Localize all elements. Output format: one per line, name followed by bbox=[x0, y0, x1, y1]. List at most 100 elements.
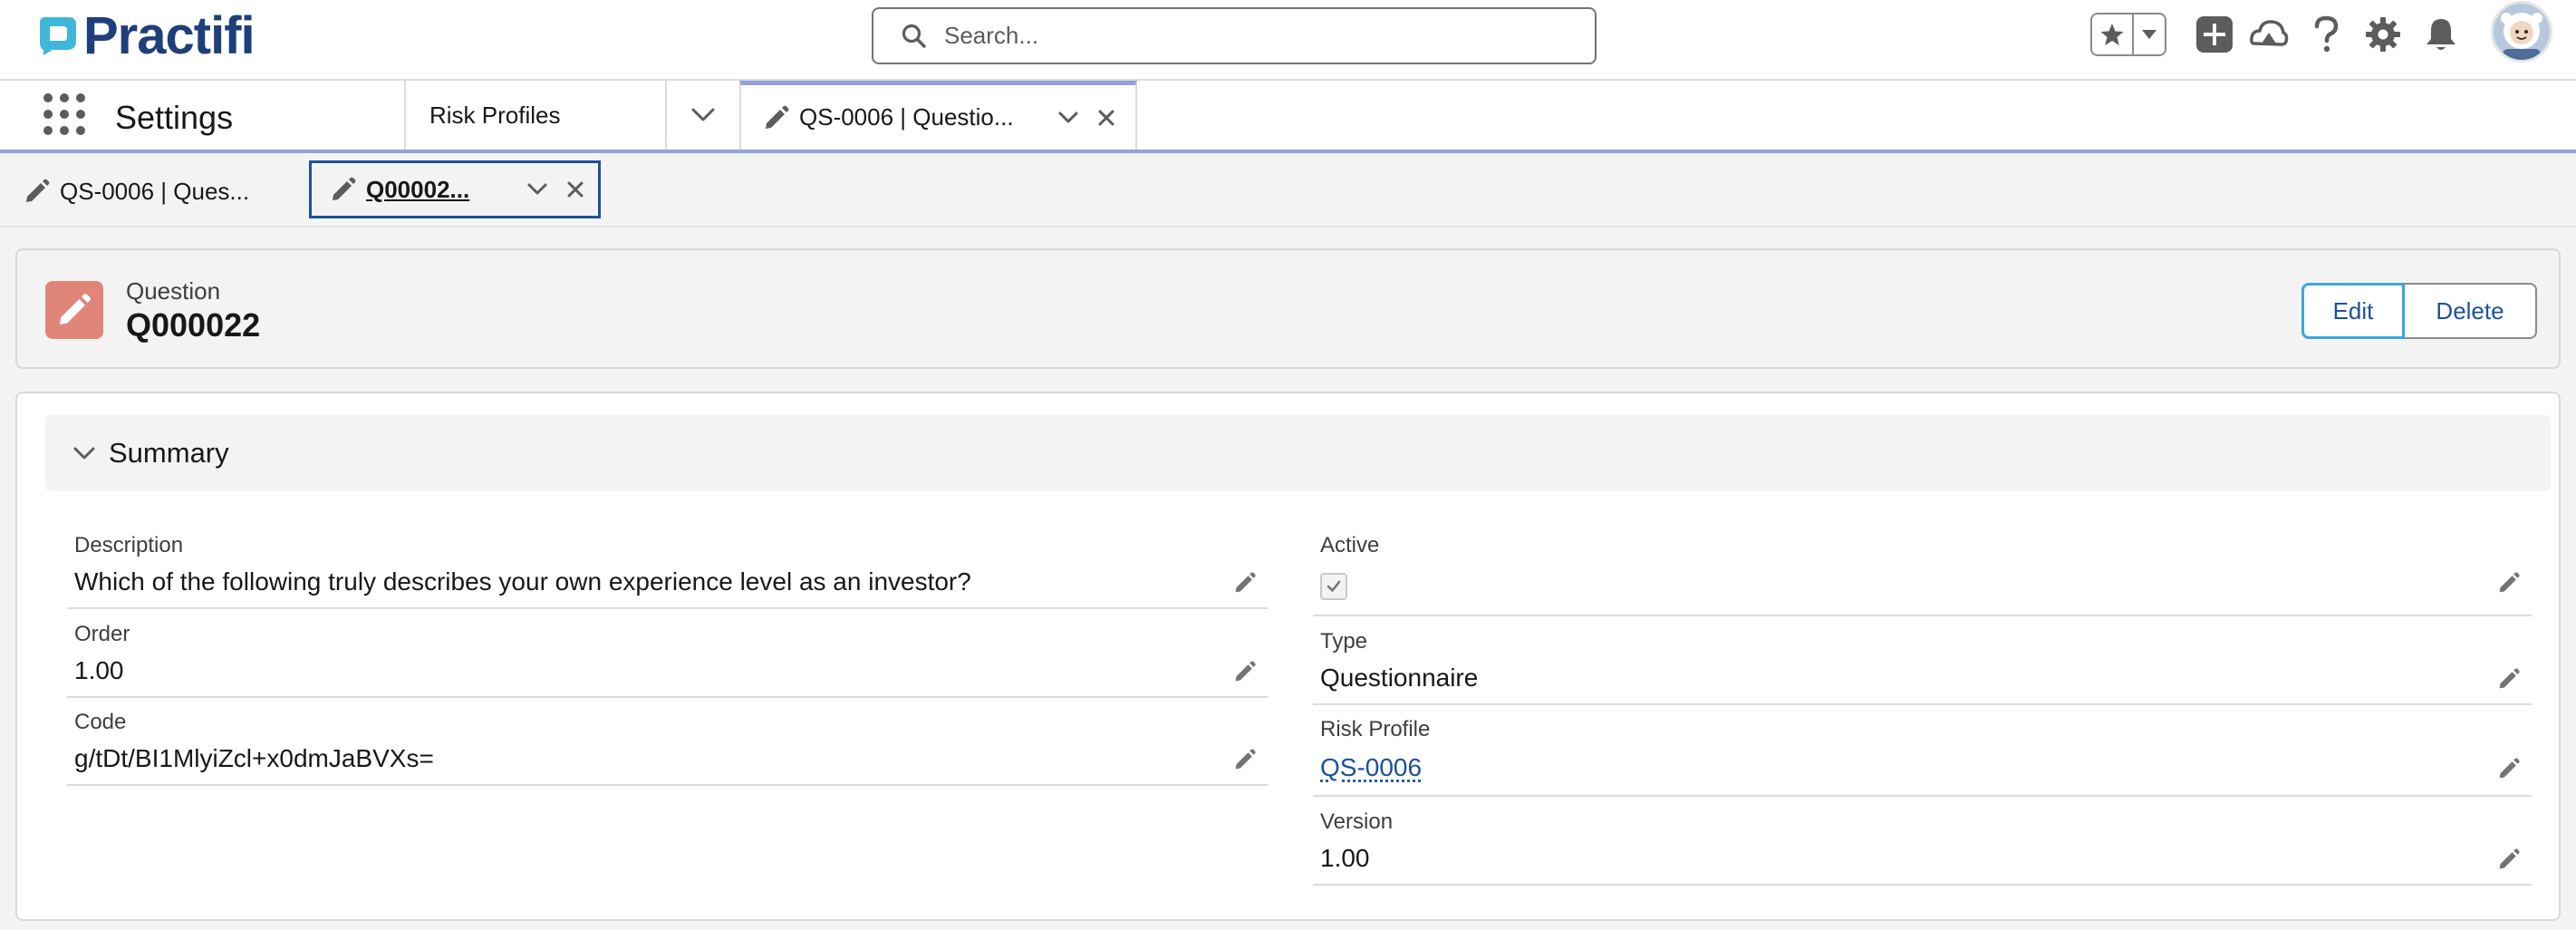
tab-close-button[interactable] bbox=[1093, 104, 1120, 131]
field-value: Which of the following truly describes y… bbox=[74, 567, 971, 596]
setup-gear-icon bbox=[2366, 17, 2400, 52]
active-checkbox bbox=[1320, 573, 1347, 600]
pencil-icon bbox=[333, 177, 356, 200]
subtab-bar: QS-0006 | Ques... Q00002... bbox=[0, 153, 2576, 228]
tab-label: QS-0006 | Questio... bbox=[799, 103, 1014, 131]
tab-risk-profiles-menu-button[interactable] bbox=[665, 81, 739, 150]
help-icon bbox=[2314, 15, 2339, 53]
app-launcher-dot bbox=[43, 126, 53, 135]
record-title: Q000022 bbox=[126, 306, 261, 344]
field-version: Version 1.00 bbox=[1313, 806, 2532, 886]
summary-section-toggle[interactable]: Summary bbox=[45, 415, 2551, 491]
tab-risk-profiles[interactable]: Risk Profiles bbox=[404, 81, 665, 150]
practifi-logo-mark-icon bbox=[40, 17, 76, 55]
app-launcher-dot bbox=[76, 126, 85, 135]
chevron-down-icon bbox=[527, 183, 547, 195]
edit-order-button[interactable] bbox=[1231, 658, 1259, 685]
favorites-dropdown-button[interactable] bbox=[2134, 15, 2165, 54]
pencil-icon bbox=[2499, 758, 2520, 779]
close-icon bbox=[567, 181, 584, 198]
favorites-star-icon bbox=[2100, 24, 2124, 45]
close-icon bbox=[1098, 110, 1114, 125]
pencil-icon bbox=[2499, 668, 2520, 689]
checkmark-icon bbox=[1327, 580, 1341, 592]
app-name: Settings bbox=[115, 99, 234, 136]
edit-risk-profile-button[interactable] bbox=[2495, 755, 2523, 782]
search-icon bbox=[902, 24, 926, 48]
field-code: Code g/tDt/BI1MlyiZcl+x0dmJaBVXs= bbox=[67, 706, 1268, 786]
field-description: Description Which of the following truly… bbox=[67, 529, 1268, 609]
field-risk-profile: Risk Profile QS-0006 bbox=[1313, 713, 2532, 797]
pencil-icon bbox=[1235, 661, 1256, 682]
delete-button[interactable]: Delete bbox=[2405, 283, 2537, 339]
field-order: Order 1.00 bbox=[67, 618, 1268, 698]
app-launcher-dot bbox=[60, 93, 69, 102]
tab-menu-button[interactable] bbox=[1055, 104, 1082, 131]
field-value: 1.00 bbox=[1320, 844, 1370, 872]
help-button[interactable] bbox=[2304, 13, 2348, 56]
pencil-icon bbox=[2499, 572, 2520, 593]
tab-label: Risk Profiles bbox=[429, 101, 561, 129]
app-launcher-dot bbox=[43, 93, 53, 102]
favorites-button-group[interactable] bbox=[2090, 13, 2166, 56]
edit-code-button[interactable] bbox=[1231, 746, 1259, 773]
pencil-icon bbox=[1235, 749, 1256, 770]
subtab-label: Q00002... bbox=[366, 175, 470, 203]
field-label: Order bbox=[74, 622, 130, 646]
avatar-astro-icon bbox=[2494, 4, 2550, 60]
user-avatar[interactable] bbox=[2491, 1, 2552, 63]
edit-active-button[interactable] bbox=[2495, 569, 2523, 596]
app-navigation-bar: Settings Risk Profiles QS-0006 | Questio… bbox=[0, 81, 2576, 153]
edit-type-button[interactable] bbox=[2495, 665, 2523, 693]
chevron-down-icon bbox=[73, 447, 95, 460]
global-actions-button[interactable] bbox=[2193, 13, 2236, 56]
notifications-button[interactable] bbox=[2419, 13, 2463, 56]
field-label: Active bbox=[1320, 533, 1380, 557]
risk-profile-link[interactable]: QS-0006 bbox=[1320, 753, 1422, 782]
field-label: Version bbox=[1320, 809, 1394, 834]
field-label: Risk Profile bbox=[1320, 717, 1431, 741]
search-input[interactable] bbox=[944, 22, 1560, 50]
pencil-icon bbox=[26, 179, 50, 202]
favorites-star-button[interactable] bbox=[2092, 15, 2134, 54]
trailhead-icon bbox=[2250, 20, 2289, 46]
app-launcher-dot bbox=[60, 126, 69, 135]
app-launcher-dot bbox=[76, 110, 85, 119]
section-title: Summary bbox=[109, 437, 229, 469]
record-detail-card: Summary Description Which of the followi… bbox=[15, 392, 2561, 921]
field-active: Active bbox=[1313, 529, 2532, 616]
pencil-icon bbox=[2499, 848, 2520, 869]
chevron-down-icon bbox=[691, 108, 715, 121]
chevron-down-icon bbox=[1058, 111, 1078, 122]
field-value: 1.00 bbox=[74, 656, 124, 684]
record-type-label: Question bbox=[126, 277, 221, 305]
trailhead-button[interactable] bbox=[2247, 13, 2291, 56]
field-type: Type Questionnaire bbox=[1313, 625, 2532, 705]
field-value: Questionnaire bbox=[1320, 664, 1479, 692]
app-launcher-dot bbox=[43, 110, 53, 119]
subtab-menu-button[interactable] bbox=[524, 176, 551, 203]
record-header: Question Q000022 Edit Delete bbox=[15, 248, 2561, 369]
logo-text: Practifi bbox=[83, 6, 256, 65]
edit-description-button[interactable] bbox=[1231, 569, 1259, 596]
global-search[interactable] bbox=[872, 7, 1597, 64]
pencil-icon bbox=[766, 105, 789, 129]
field-label: Description bbox=[74, 533, 184, 557]
field-label: Code bbox=[74, 710, 127, 734]
notifications-bell-icon bbox=[2426, 19, 2455, 50]
subtab-close-button[interactable] bbox=[562, 176, 589, 203]
record-type-icon bbox=[45, 281, 103, 339]
global-header: Practifi bbox=[0, 0, 2576, 81]
add-icon bbox=[2196, 16, 2233, 53]
subtab-q000022[interactable]: Q00002... bbox=[309, 160, 601, 218]
subtab-qs-0006[interactable]: QS-0006 | Ques... bbox=[24, 173, 249, 209]
app-launcher-button[interactable] bbox=[43, 93, 85, 135]
edit-button[interactable]: Edit bbox=[2301, 283, 2405, 339]
app-launcher-dot bbox=[60, 110, 69, 119]
setup-button[interactable] bbox=[2361, 13, 2405, 56]
tab-qs-0006-questionnaire[interactable]: QS-0006 | Questio... bbox=[739, 81, 1137, 150]
edit-version-button[interactable] bbox=[2495, 846, 2523, 873]
app-launcher-dot bbox=[76, 93, 85, 102]
practifi-logo[interactable]: Practifi bbox=[34, 6, 256, 65]
field-value: g/tDt/BI1MlyiZcl+x0dmJaBVXs= bbox=[74, 744, 434, 772]
